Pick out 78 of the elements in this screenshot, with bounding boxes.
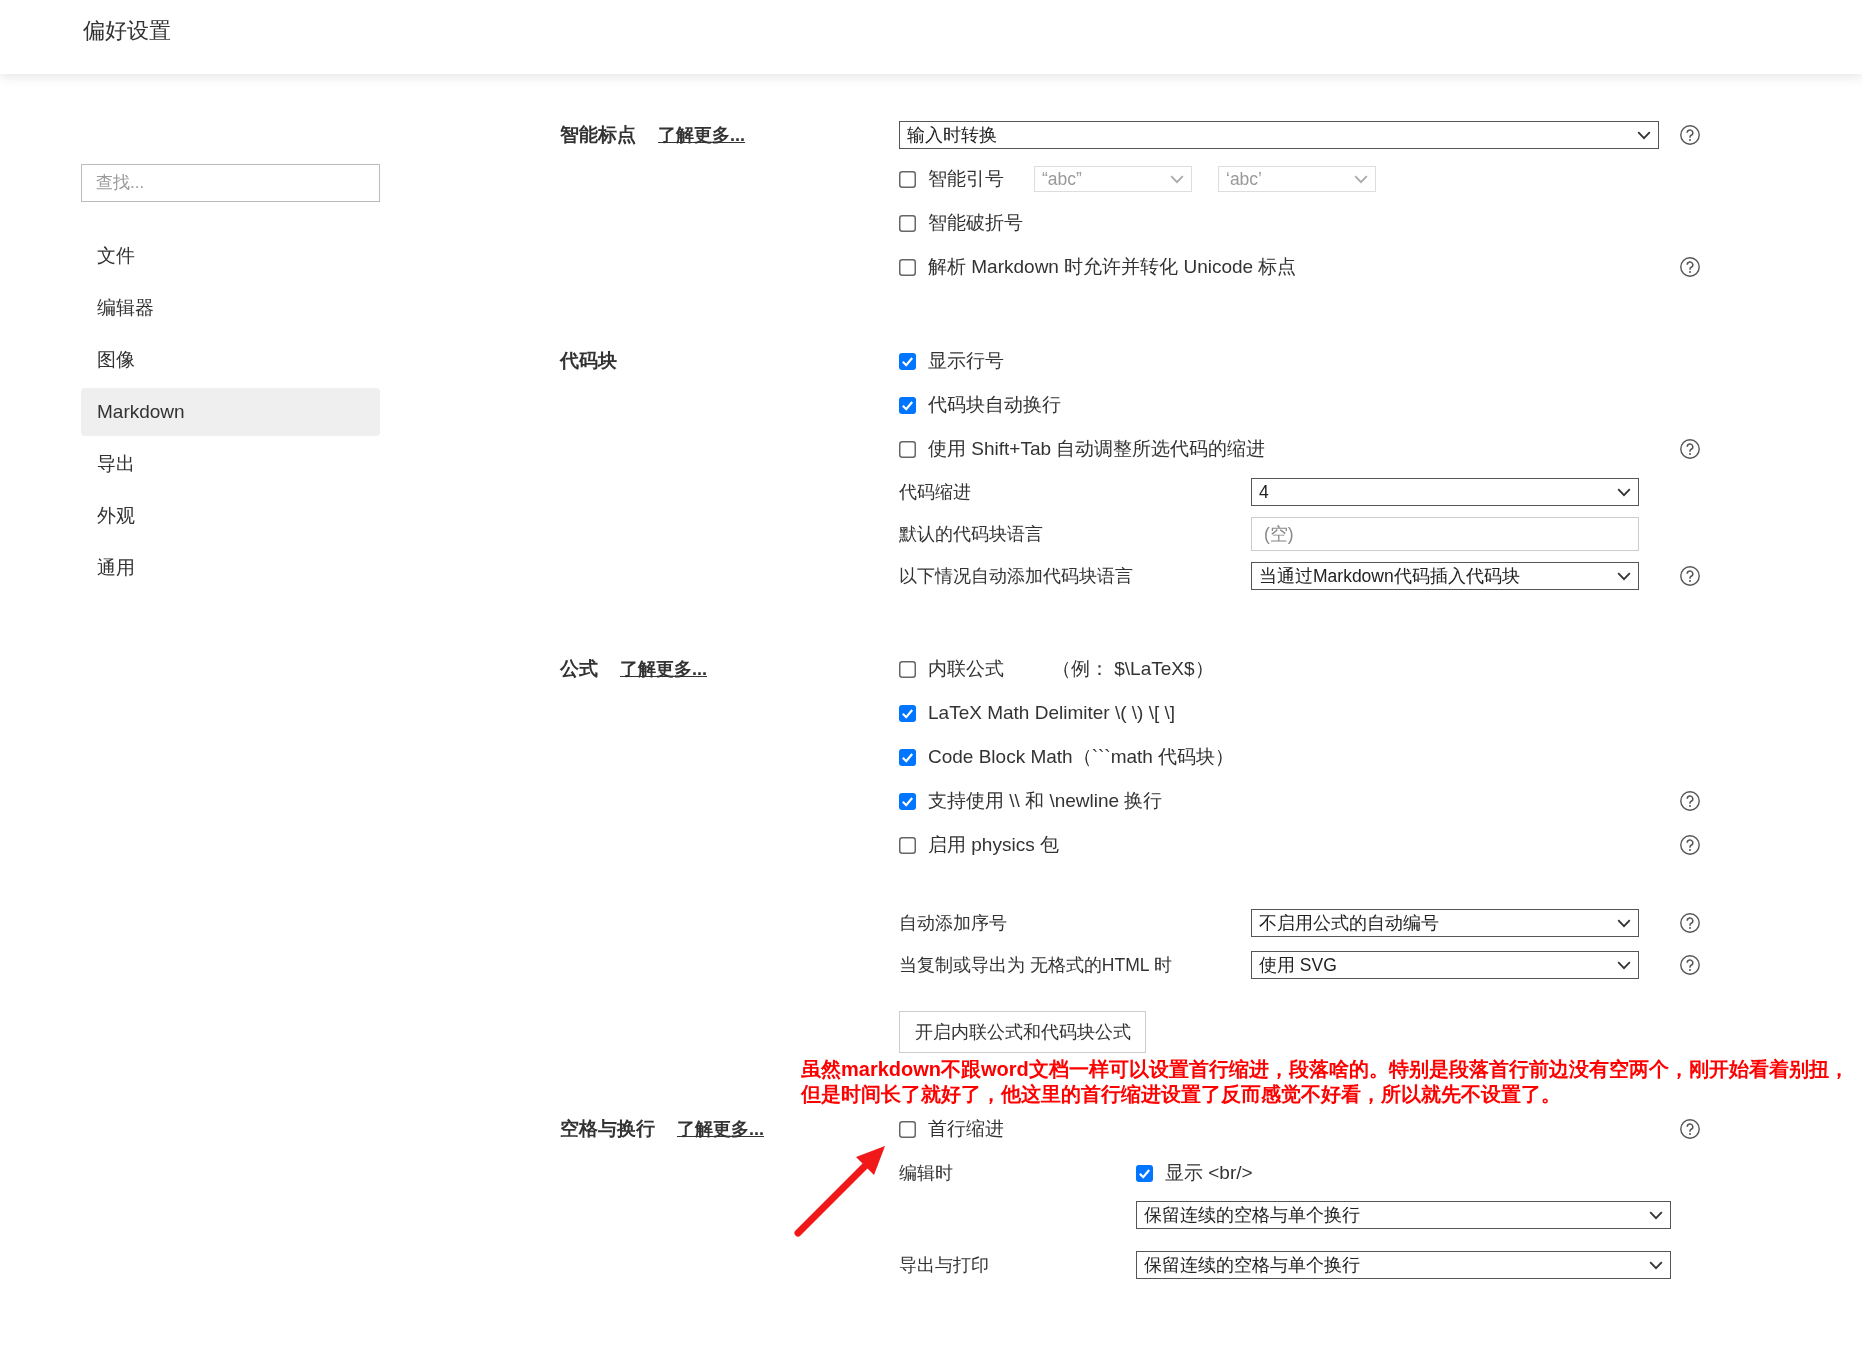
chevron-down-icon — [1649, 1210, 1663, 1220]
checkbox[interactable] — [899, 396, 916, 414]
learn-more-link[interactable]: 了解更多... — [658, 123, 745, 147]
checkbox[interactable] — [899, 170, 916, 188]
section-title: 代码块 — [560, 349, 617, 373]
help-icon[interactable] — [1680, 835, 1700, 855]
checkbox-label: 解析 Markdown 时允许并转化 Unicode 标点 — [928, 255, 1297, 279]
chevron-down-icon — [1354, 174, 1368, 184]
dropdown[interactable]: 4 — [1251, 478, 1639, 506]
chevron-down-icon — [1637, 130, 1651, 140]
example-note: （例： $\LaTeX$） — [1052, 657, 1214, 681]
checkbox[interactable] — [899, 214, 916, 232]
checkbox-label: LaTeX Math Delimiter \( \) \[ \] — [928, 702, 1176, 724]
section-title: 空格与换行 — [560, 1117, 655, 1141]
checkbox[interactable] — [899, 1120, 916, 1138]
sidebar-item[interactable]: 外观 — [81, 492, 380, 540]
checkbox-label: 启用 physics 包 — [928, 833, 1059, 857]
sidebar-item[interactable]: Markdown — [81, 388, 380, 436]
chevron-down-icon — [1617, 960, 1631, 970]
help-icon[interactable] — [1680, 913, 1700, 933]
checkbox[interactable] — [1136, 1164, 1153, 1182]
field-label: 自动添加序号 — [899, 912, 1008, 935]
learn-more-link[interactable]: 了解更多... — [677, 1117, 764, 1141]
chevron-down-icon — [1617, 918, 1631, 928]
checkbox[interactable] — [899, 836, 916, 854]
help-icon[interactable] — [1680, 791, 1700, 811]
field-label: 当复制或导出为 无格式的HTML 时 — [899, 954, 1173, 977]
sidebar-item[interactable]: 通用 — [81, 544, 380, 592]
annotation-note: 虽然markdown不跟word文档一样可以设置首行缩进，段落啥的。特别是段落首行前边没有空两个，刚开始看着别扭，但是时间长了就好了，他这里的首行缩进设置了反而感觉不好看，所以就先不设置了。 — [801, 1057, 1850, 1107]
sidebar-item[interactable]: 导出 — [81, 440, 380, 488]
checkbox-label: 使用 Shift+Tab 自动调整所选代码的缩进 — [928, 437, 1266, 461]
field-label: 默认的代码块语言 — [899, 523, 1044, 546]
field-label: 代码缩进 — [899, 481, 972, 504]
field-label: 编辑时 — [899, 1162, 954, 1185]
dropdown[interactable]: 保留连续的空格与单个换行 — [1136, 1201, 1671, 1229]
checkbox[interactable] — [899, 704, 916, 722]
chevron-down-icon — [1617, 571, 1631, 581]
help-icon[interactable] — [1680, 566, 1700, 586]
help-icon[interactable] — [1680, 1119, 1700, 1139]
checkbox-label: 首行缩进 — [928, 1117, 1004, 1141]
action-button[interactable]: 开启内联公式和代码块公式 — [899, 1011, 1146, 1053]
checkbox-label: Code Block Math（```math 代码块） — [928, 745, 1235, 769]
checkbox[interactable] — [899, 792, 916, 810]
checkbox[interactable] — [899, 258, 916, 276]
field-label: 以下情况自动添加代码块语言 — [899, 565, 1134, 588]
sidebar-item[interactable]: 图像 — [81, 336, 380, 384]
checkbox[interactable] — [899, 440, 916, 458]
checkbox[interactable] — [899, 748, 916, 766]
dropdown[interactable]: 当通过Markdown代码插入代码块 — [1251, 562, 1639, 590]
help-icon[interactable] — [1680, 955, 1700, 975]
checkbox-label: 显示 <br/> — [1165, 1161, 1253, 1185]
text-field[interactable]: (空) — [1251, 517, 1639, 551]
help-icon[interactable] — [1680, 125, 1700, 145]
chevron-down-icon — [1649, 1260, 1663, 1270]
chevron-down-icon — [1617, 487, 1631, 497]
checkbox-label: 代码块自动换行 — [928, 393, 1061, 417]
dropdown[interactable]: 保留连续的空格与单个换行 — [1136, 1251, 1671, 1279]
dropdown[interactable]: 输入时转换 — [899, 121, 1659, 149]
checkbox-label: 智能引号 — [928, 167, 1004, 191]
help-icon[interactable] — [1680, 257, 1700, 277]
section-title: 智能标点 — [560, 123, 636, 147]
checkbox[interactable] — [899, 352, 916, 370]
checkbox-label: 显示行号 — [928, 349, 1004, 373]
learn-more-link[interactable]: 了解更多... — [620, 657, 707, 681]
help-icon[interactable] — [1680, 439, 1700, 459]
window-title: 偏好设置 — [83, 17, 171, 45]
sidebar-item[interactable]: 编辑器 — [81, 284, 380, 332]
dropdown[interactable]: 使用 SVG — [1251, 951, 1639, 979]
checkbox-label: 智能破折号 — [928, 211, 1023, 235]
checkbox-label: 支持使用 \\ 和 \newline 换行 — [928, 789, 1163, 813]
search-field[interactable]: 查找... — [81, 164, 380, 202]
chevron-down-icon — [1170, 174, 1184, 184]
checkbox-label: 内联公式 — [928, 657, 1004, 681]
sidebar-item[interactable]: 文件 — [81, 232, 380, 280]
checkbox[interactable] — [899, 660, 916, 678]
section-title: 公式 — [560, 657, 598, 681]
dropdown[interactable]: 不启用公式的自动编号 — [1251, 909, 1639, 937]
field-label: 导出与打印 — [899, 1254, 990, 1277]
